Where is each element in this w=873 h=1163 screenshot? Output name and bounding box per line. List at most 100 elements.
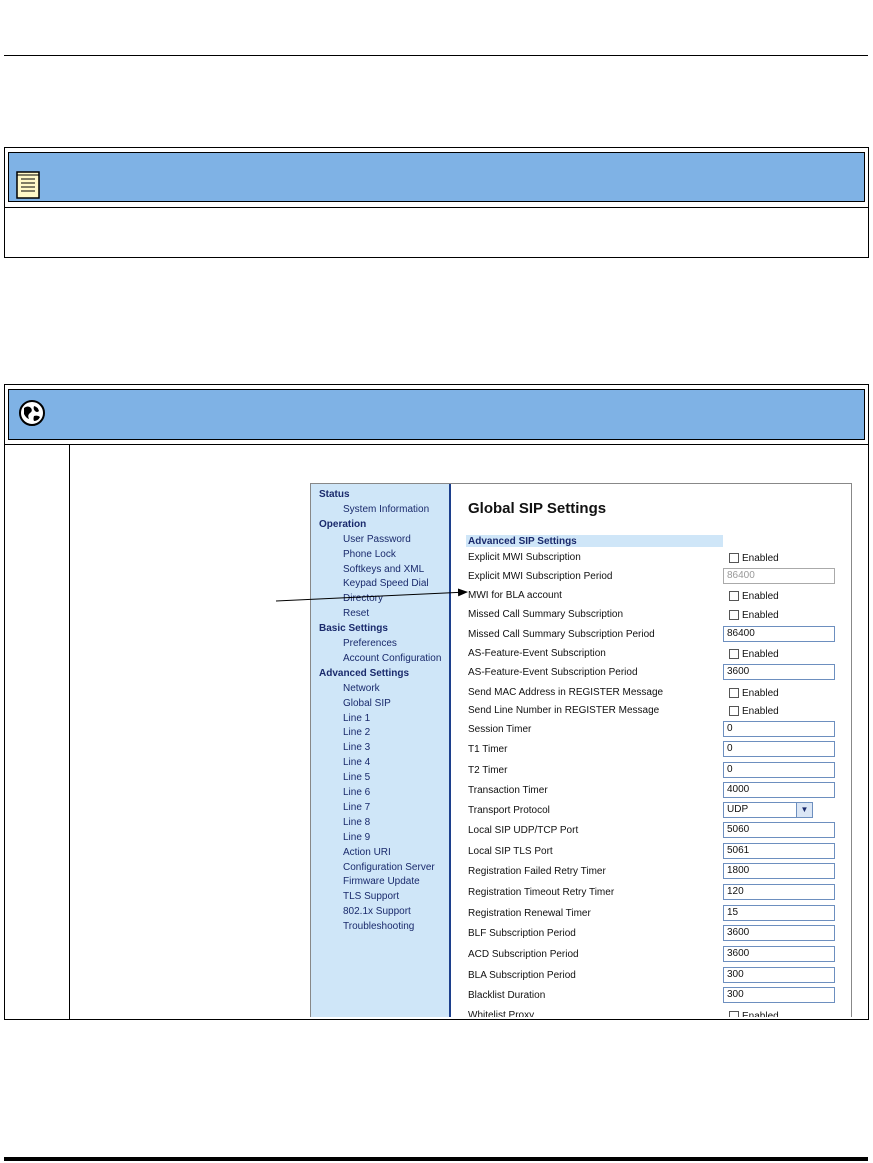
note-callout <box>4 147 869 258</box>
input-bla-subscription-period[interactable]: 300 <box>723 967 835 983</box>
label-transport-protocol: Transport Protocol <box>468 805 550 816</box>
checkbox-send-line-number-in-register-message[interactable] <box>729 706 739 716</box>
sidebar-item-global-sip[interactable]: Global SIP <box>343 698 391 710</box>
sidebar-item-basic-settings[interactable]: Basic Settings <box>319 623 388 635</box>
sidebar-item-user-password[interactable]: User Password <box>343 534 411 546</box>
sidebar-item-status[interactable]: Status <box>319 489 350 501</box>
checkbox-send-mac-address-in-register-message[interactable] <box>729 688 739 698</box>
label-registration-timeout-retry-timer: Registration Timeout Retry Timer <box>468 887 615 898</box>
enabled-label: Enabled <box>742 553 779 564</box>
navigation-sidebar: Status System Information Operation User Pa… <box>311 484 451 1017</box>
checkbox-mwi-for-bla-account[interactable] <box>729 591 739 601</box>
label-session-timer: Session Timer <box>468 724 532 735</box>
checkbox-as-feature-event-subscription[interactable] <box>729 649 739 659</box>
input-acd-subscription-period[interactable]: 3600 <box>723 946 835 962</box>
label-as-feature-event-subscription-period: AS-Feature-Event Subscription Period <box>468 667 638 678</box>
sidebar-item-line-2[interactable]: Line 2 <box>343 727 370 739</box>
label-as-feature-event-subscription: AS-Feature-Event Subscription <box>468 648 606 659</box>
label-registration-failed-retry-timer: Registration Failed Retry Timer <box>468 866 606 877</box>
input-local-sip-tls-port[interactable]: 5061 <box>723 843 835 859</box>
sidebar-item-action-uri[interactable]: Action URI <box>343 847 391 859</box>
page-title: Global SIP Settings <box>468 500 607 517</box>
checkbox-explicit-mwi-subscription[interactable] <box>729 553 739 563</box>
label-mwi-for-bla-account: MWI for BLA account <box>468 590 562 601</box>
sidebar-item-802-1x-support[interactable]: 802.1x Support <box>343 906 411 918</box>
input-blf-subscription-period[interactable]: 3600 <box>723 925 835 941</box>
label-blf-subscription-period: BLF Subscription Period <box>468 928 576 939</box>
label-local-sip-tls-port: Local SIP TLS Port <box>468 846 553 857</box>
label-explicit-mwi-subscription: Explicit MWI Subscription <box>468 552 581 563</box>
sidebar-item-account-configuration[interactable]: Account Configuration <box>343 653 441 665</box>
chevron-down-icon[interactable]: ▼ <box>796 803 812 817</box>
label-missed-call-summary-subscription-period: Missed Call Summary Subscription Period <box>468 629 655 640</box>
input-as-feature-event-subscription-period[interactable]: 3600 <box>723 664 835 680</box>
sidebar-item-tls-support[interactable]: TLS Support <box>343 891 399 903</box>
sidebar-item-line-9[interactable]: Line 9 <box>343 832 370 844</box>
sidebar-item-configuration-server[interactable]: Configuration Server <box>343 862 435 874</box>
sidebar-item-operation[interactable]: Operation <box>319 519 366 531</box>
sidebar-item-system-information[interactable]: System Information <box>343 504 429 516</box>
select-transport-protocol[interactable]: UDP ▼ <box>723 802 813 818</box>
note-divider <box>5 207 868 208</box>
sidebar-item-line-3[interactable]: Line 3 <box>343 742 370 754</box>
input-registration-failed-retry-timer[interactable]: 1800 <box>723 863 835 879</box>
enabled-label: Enabled <box>742 688 779 699</box>
label-registration-renewal-timer: Registration Renewal Timer <box>468 908 591 919</box>
label-missed-call-summary-subscription: Missed Call Summary Subscription <box>468 609 624 620</box>
select-value: UDP <box>727 804 749 815</box>
input-session-timer[interactable]: 0 <box>723 721 835 737</box>
sidebar-item-troubleshooting[interactable]: Troubleshooting <box>343 921 414 933</box>
section-title: Advanced SIP Settings <box>468 536 577 547</box>
input-registration-timeout-retry-timer[interactable]: 120 <box>723 884 835 900</box>
sidebar-item-line-7[interactable]: Line 7 <box>343 802 370 814</box>
input-registration-renewal-timer[interactable]: 15 <box>723 905 835 921</box>
checkbox-whitelist-proxy[interactable] <box>729 1011 739 1017</box>
input-explicit-mwi-subscription-period: 86400 <box>723 568 835 584</box>
label-t2-timer: T2 Timer <box>468 765 508 776</box>
sidebar-item-firmware-update[interactable]: Firmware Update <box>343 876 420 888</box>
sidebar-item-reset[interactable]: Reset <box>343 608 369 620</box>
label-explicit-mwi-subscription-period: Explicit MWI Subscription Period <box>468 571 613 582</box>
input-local-sip-udp-tcp-port[interactable]: 5060 <box>723 822 835 838</box>
input-blacklist-duration[interactable]: 300 <box>723 987 835 1003</box>
note-header-bar <box>8 152 865 202</box>
sidebar-item-line-8[interactable]: Line 8 <box>343 817 370 829</box>
sidebar-item-preferences[interactable]: Preferences <box>343 638 397 650</box>
enabled-label: Enabled <box>742 610 779 621</box>
sidebar-item-softkeys-and-xml[interactable]: Softkeys and XML <box>343 564 424 576</box>
label-blacklist-duration: Blacklist Duration <box>468 990 546 1001</box>
label-whitelist-proxy: Whitelist Proxy <box>468 1010 535 1017</box>
enabled-label: Enabled <box>742 649 779 660</box>
footer-rule <box>4 1157 868 1161</box>
sidebar-item-advanced-settings[interactable]: Advanced Settings <box>319 668 409 680</box>
label-local-sip-udp-tcp-port: Local SIP UDP/TCP Port <box>468 825 579 836</box>
note-icon <box>16 171 40 199</box>
checkbox-missed-call-summary-subscription[interactable] <box>729 610 739 620</box>
enabled-label: Enabled <box>742 591 779 602</box>
sidebar-item-directory[interactable]: Directory <box>343 593 383 605</box>
input-missed-call-summary-subscription-period[interactable]: 86400 <box>723 626 835 642</box>
web-ui-screenshot: Status System Information Operation User Pa… <box>310 483 852 1017</box>
label-bla-subscription-period: BLA Subscription Period <box>468 970 576 981</box>
sidebar-item-line-6[interactable]: Line 6 <box>343 787 370 799</box>
sidebar-item-phone-lock[interactable]: Phone Lock <box>343 549 396 561</box>
sidebar-item-keypad-speed-dial[interactable]: Keypad Speed Dial <box>343 578 429 590</box>
label-send-mac-address-in-register-message: Send MAC Address in REGISTER Message <box>468 687 664 698</box>
label-t1-timer: T1 Timer <box>468 744 508 755</box>
sidebar-item-line-4[interactable]: Line 4 <box>343 757 370 769</box>
input-transaction-timer[interactable]: 4000 <box>723 782 835 798</box>
input-t1-timer[interactable]: 0 <box>723 741 835 757</box>
step-column-divider <box>69 445 70 1019</box>
label-transaction-timer: Transaction Timer <box>468 785 548 796</box>
sidebar-item-line-1[interactable]: Line 1 <box>343 713 370 725</box>
web-ui-header-bar <box>8 389 865 440</box>
header-rule <box>4 55 868 56</box>
enabled-label: Enabled <box>742 706 779 717</box>
label-send-line-number-in-register-message: Send Line Number in REGISTER Message <box>468 705 660 716</box>
globe-icon <box>19 400 45 426</box>
sidebar-item-line-5[interactable]: Line 5 <box>343 772 370 784</box>
enabled-label: Enabled <box>742 1011 779 1017</box>
web-ui-divider <box>5 444 868 445</box>
sidebar-item-network[interactable]: Network <box>343 683 380 695</box>
input-t2-timer[interactable]: 0 <box>723 762 835 778</box>
